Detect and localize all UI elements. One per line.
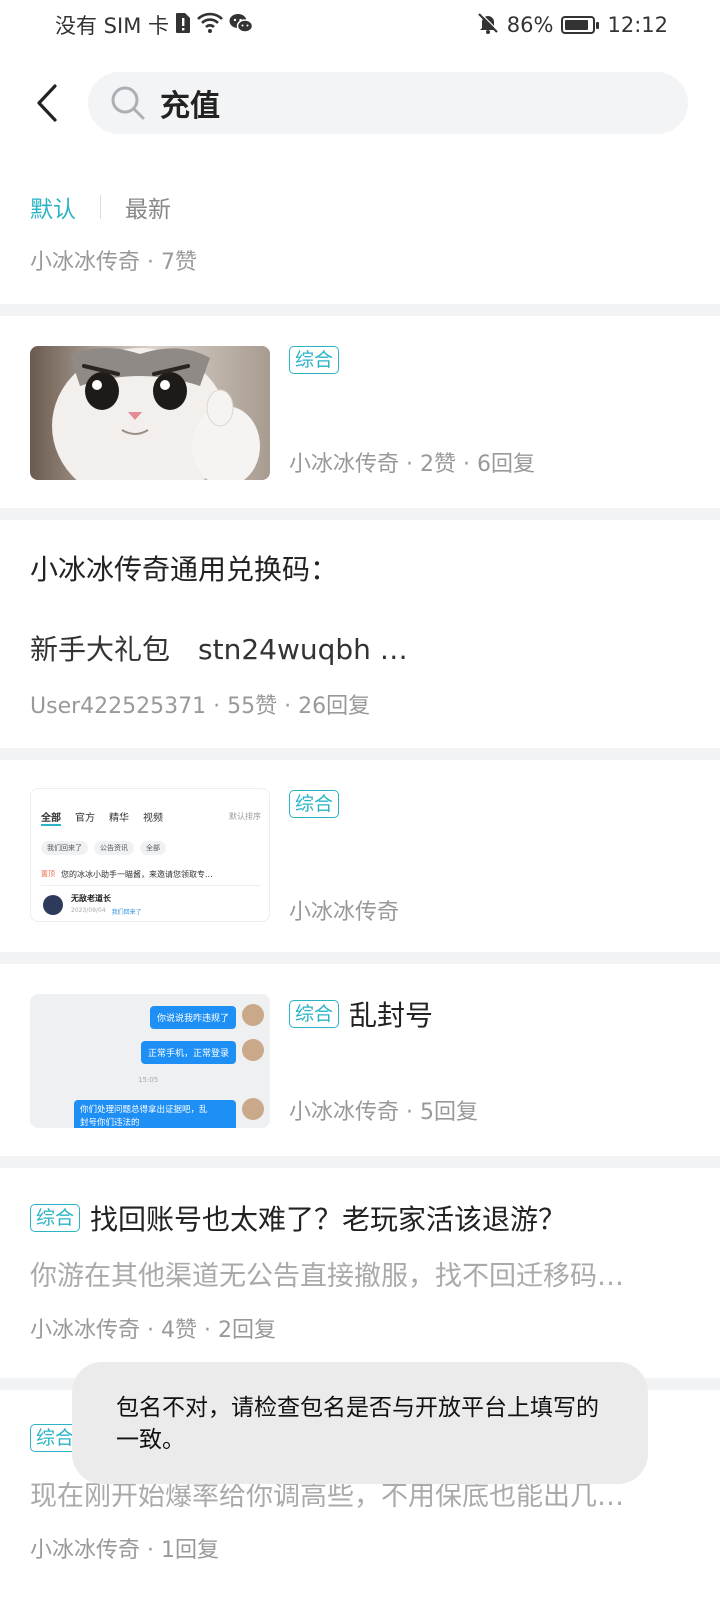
screenshot-chip: 全部 [140, 841, 166, 855]
sim-alert-icon [175, 12, 191, 39]
chat-avatar [242, 1004, 264, 1026]
post-meta: 小冰冰传奇 [289, 900, 400, 925]
screenshot-chip: 公告资讯 [94, 841, 134, 855]
list-item[interactable]: 全部 官方 精华 视频 默认排序 我们回来了 公告资讯 全部 置顶 您的冰冰小助… [0, 760, 720, 952]
list-item[interactable]: 你说说我咋违规了 正常手机，正常登录 15:05 你们处理问题总得拿出证据吧，乱… [0, 964, 720, 1156]
divider [0, 748, 720, 760]
category-tag: 综合 [289, 790, 340, 818]
post-meta: 小冰冰传奇 · 5回复 [289, 1100, 478, 1125]
screenshot-tab: 精华 [109, 813, 129, 824]
screenshot-link: 我们回来了 [111, 909, 142, 916]
chat-avatar [242, 1098, 264, 1120]
post-meta: 小冰冰传奇 · 1回复 [30, 1538, 219, 1563]
post-title: 乱封号 [349, 999, 434, 1032]
clock: 12:12 [607, 13, 668, 37]
battery-fill [565, 20, 588, 30]
category-tag: 综合 [30, 1204, 81, 1232]
post-thumbnail: 你说说我咋违规了 正常手机，正常登录 15:05 你们处理问题总得拿出证据吧，乱… [30, 994, 270, 1128]
post-title: 找回账号也太难了？老玩家活该退游？ [90, 1203, 567, 1236]
list-item[interactable]: 综合 找回账号也太难了？老玩家活该退游？ 你游在其他渠道无公告直接撤服，找不回迁… [0, 1168, 720, 1378]
post-body: 你游在其他渠道无公告直接撤服，找不回迁移码… [30, 1261, 624, 1292]
divider [0, 1156, 720, 1168]
screenshot-sort: 默认排序 [229, 812, 261, 821]
post-meta: 小冰冰传奇 · 4赞 · 2回复 [30, 1318, 276, 1343]
divider [0, 508, 720, 520]
wifi-icon [197, 12, 223, 39]
chat-bubble-line: 封号你们违法的 [80, 1118, 140, 1128]
battery-percent: 86% [506, 13, 554, 37]
screenshot-tab: 官方 [75, 813, 95, 824]
screenshot-tab: 全部 [41, 809, 61, 826]
chat-bubble: 你说说我咋违规了 [149, 1006, 236, 1029]
battery-icon [561, 16, 600, 34]
divider [0, 952, 720, 964]
screenshot-pinned-label: 置顶 [41, 870, 55, 878]
status-bar: 没有 SIM 卡 86% 12:12 [0, 0, 720, 50]
post-thumbnail [30, 346, 270, 480]
chat-avatar [242, 1039, 264, 1061]
chat-bubble-line: 你们处理问题总得拿出证据吧，乱 [80, 1105, 208, 1115]
post-meta[interactable]: 小冰冰传奇 · 7赞 [30, 244, 197, 276]
chat-bubble: 你们处理问题总得拿出证据吧，乱 封号你们违法的 [74, 1100, 236, 1128]
screenshot-avatar [43, 895, 63, 915]
carrier-text: 没有 SIM 卡 [55, 14, 169, 38]
screenshot-pinned-text: 您的冰冰小助手一瞄酱，来邀请您领取专... [61, 870, 213, 879]
list-item[interactable]: 综合 小冰冰传奇 · 2赞 · 6回复 [0, 316, 720, 508]
search-field[interactable]: 充值 [88, 72, 688, 134]
list-item[interactable]: 小冰冰传奇通用兑换码： 新手大礼包 stn24wuqbh … User42252… [0, 520, 720, 748]
search-header: 充值 [0, 70, 720, 136]
chat-bubble: 正常手机，正常登录 [140, 1041, 236, 1064]
tab-divider [100, 195, 101, 219]
search-query[interactable]: 充值 [160, 81, 220, 125]
search-icon [111, 86, 145, 120]
toast-message: 包名不对，请检查包名是否与开放平台上填写的一致。 [72, 1362, 648, 1484]
screenshot-date: 2023/09/04 [71, 907, 106, 914]
post-thumbnail: 全部 官方 精华 视频 默认排序 我们回来了 公告资讯 全部 置顶 您的冰冰小助… [30, 788, 270, 922]
tab-default[interactable]: 默认 [30, 190, 76, 224]
category-tag: 综合 [289, 346, 340, 374]
tab-latest[interactable]: 最新 [125, 190, 171, 224]
wechat-icon [229, 12, 254, 39]
chat-time: 15:05 [138, 1076, 159, 1084]
category-tag: 综合 [289, 1000, 340, 1028]
divider [0, 304, 720, 316]
screenshot-author: 无敌老道长 [71, 894, 111, 903]
back-button[interactable] [24, 80, 70, 126]
screenshot-chip: 我们回来了 [41, 841, 88, 855]
sort-tabs: 默认 最新 [30, 186, 171, 228]
back-arrow-icon [37, 84, 57, 122]
post-meta: User422525371 · 55赞 · 26回复 [30, 694, 371, 719]
post-title: 小冰冰传奇通用兑换码： [30, 553, 339, 586]
mute-bell-icon [477, 12, 499, 39]
post-meta: 小冰冰传奇 · 2赞 · 6回复 [289, 452, 535, 477]
post-body: 新手大礼包 stn24wuqbh … [30, 633, 408, 666]
screenshot-tab: 视频 [143, 813, 163, 824]
